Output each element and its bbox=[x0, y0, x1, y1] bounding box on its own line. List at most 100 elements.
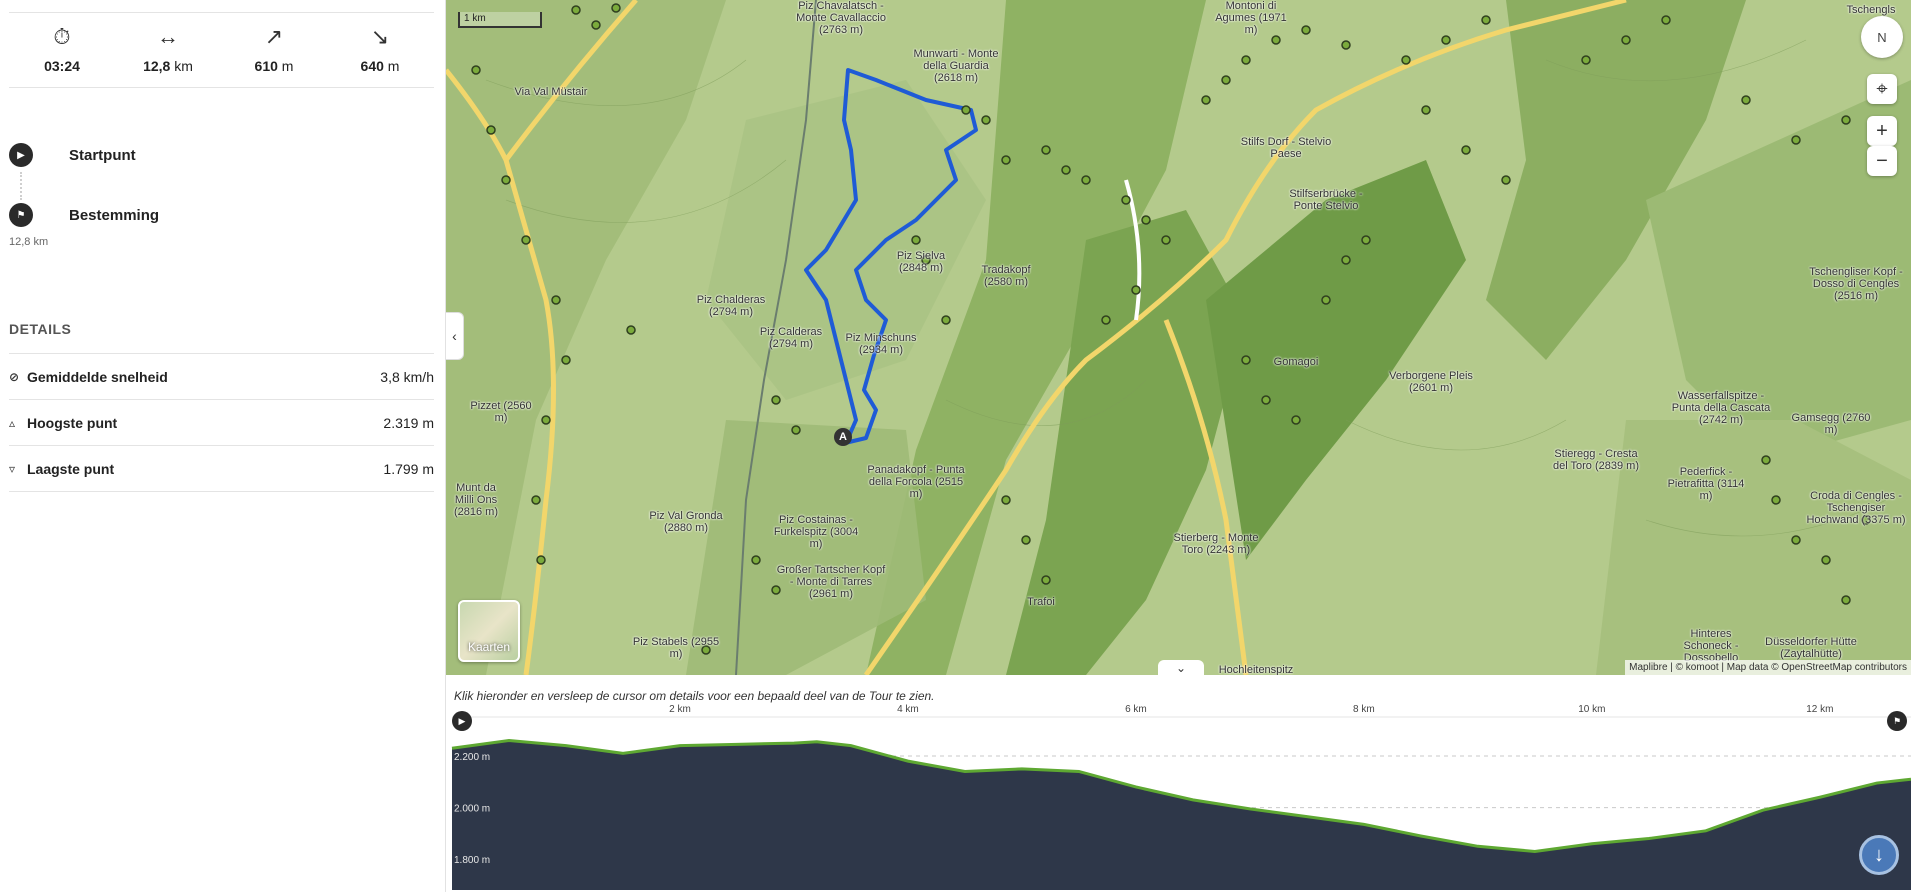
chevron-down-icon: ⌄ bbox=[1175, 661, 1187, 675]
profile-end-button[interactable]: ⚑ bbox=[1887, 711, 1907, 731]
elevation-tick-label: 2.200 m bbox=[454, 752, 490, 763]
zoom-out-button[interactable]: − bbox=[1867, 146, 1897, 176]
collapse-sidebar-button[interactable]: ‹ bbox=[446, 312, 464, 360]
map-label: Gomagoi bbox=[1273, 356, 1319, 368]
tour-stats: ⏱ 03:24 ↔ 12,8 km ↗ 610 m ↘ 640 m bbox=[9, 22, 434, 88]
waypoint-distance: 12,8 km bbox=[9, 236, 49, 248]
elevation-tick-label: 1.800 m bbox=[454, 855, 490, 866]
plus-icon: + bbox=[1876, 119, 1888, 142]
distance-axis: 2 km 4 km 6 km 8 km 10 km 12 km bbox=[669, 704, 1833, 715]
stat-distance-unit: km bbox=[174, 58, 193, 74]
stat-distance-value: 12,8 bbox=[143, 58, 171, 74]
map-label: Tschengls bbox=[1846, 4, 1896, 16]
highest-point-icon: ▵ bbox=[9, 415, 16, 430]
elevation-chart[interactable]: 2 km 4 km 6 km 8 km 10 km 12 km 2.200 m 2.000 … bbox=[446, 675, 1911, 892]
map-label: Via Val Müstair bbox=[514, 86, 588, 98]
ascent-icon: ↗ bbox=[264, 24, 284, 49]
toggle-elevation-button[interactable]: ⌄ bbox=[1158, 660, 1204, 675]
map-label: Munt da Milli Ons (2816 m) bbox=[453, 482, 499, 518]
stat-ascent-unit: m bbox=[281, 58, 294, 74]
play-icon: ▶ bbox=[458, 715, 466, 726]
map-label: Tschengliser Kopf - Dosso di Cengles (25… bbox=[1809, 266, 1903, 302]
stat-descent-unit: m bbox=[387, 58, 400, 74]
profile-start-button[interactable]: ▶ bbox=[452, 711, 472, 731]
details-list: ⊘ Gemiddelde snelheid 3,8 km/h ▵ Hoogste p… bbox=[9, 353, 434, 492]
map-label: Piz Chalderas (2794 m) bbox=[696, 294, 766, 318]
waypoint-connector bbox=[20, 172, 22, 200]
compass-north-label: N bbox=[1877, 29, 1887, 45]
waypoint-start[interactable]: ▶ Startpunt bbox=[9, 140, 434, 170]
distance-tick-label: 12 km bbox=[1806, 704, 1833, 715]
map-label: Montoni di Agumes (1971 m) bbox=[1215, 0, 1287, 36]
stat-ascent: ↗ 610 m bbox=[221, 22, 327, 87]
scroll-down-button[interactable]: ↓ bbox=[1859, 835, 1899, 875]
map-label: Verborgene Pleis (2601 m) bbox=[1389, 370, 1473, 394]
stat-descent-value: 640 bbox=[360, 58, 384, 74]
waypoint-end[interactable]: ⚑ Bestemming bbox=[9, 200, 434, 230]
map-label: Panadakopf - Punta della Forcola (2515 m… bbox=[867, 464, 965, 500]
waypoint-start-label: Startpunt bbox=[69, 146, 136, 164]
map-label: Wasserfallspitze - Punta della Cascata (… bbox=[1671, 390, 1771, 426]
map-terrain bbox=[446, 0, 1911, 675]
map-label: Piz Minschuns (2934 m) bbox=[845, 332, 917, 356]
map-layers-label: Kaarten bbox=[467, 640, 511, 654]
map-label: Stilfs Dorf - Stelvio Paese bbox=[1240, 136, 1332, 160]
minus-icon: − bbox=[1876, 149, 1888, 172]
arrow-down-icon: ↓ bbox=[1874, 843, 1884, 866]
waypoint-list: ▶ Startpunt ⚑ Bestemming bbox=[9, 140, 434, 230]
waypoint-end-label: Bestemming bbox=[69, 206, 160, 224]
map-label: Großer Tartscher Kopf - Monte di Tarres … bbox=[776, 564, 886, 600]
map-label: Piz Chavalatsch - Monte Cavallaccio (276… bbox=[796, 0, 886, 36]
stats-divider bbox=[9, 12, 434, 13]
descent-icon: ↘ bbox=[370, 24, 390, 49]
map-label: Croda di Cengles - Tschengiser Hochwand … bbox=[1806, 490, 1906, 526]
distance-tick-label: 4 km bbox=[897, 704, 919, 715]
detail-highest-value: 2.319 m bbox=[383, 414, 434, 431]
lowest-point-icon: ▿ bbox=[9, 461, 16, 476]
map-label: Stieregg - Cresta del Toro (2839 m) bbox=[1552, 448, 1639, 472]
locate-icon: ⌖ bbox=[1876, 77, 1888, 100]
map-label: Gamsegg (2760 m) bbox=[1791, 412, 1871, 436]
stat-distance: ↔ 12,8 km bbox=[115, 22, 221, 87]
map-layers-button[interactable]: Kaarten bbox=[458, 600, 520, 662]
zoom-in-button[interactable]: + bbox=[1867, 116, 1897, 146]
stat-duration-value: 03:24 bbox=[44, 58, 80, 74]
detail-speed-value: 3,8 km/h bbox=[380, 368, 434, 385]
distance-icon: ↔ bbox=[157, 24, 179, 49]
map-label: Piz Val Gronda (2880 m) bbox=[649, 510, 723, 534]
locate-button[interactable]: ⌖ bbox=[1867, 74, 1897, 104]
elevation-area bbox=[452, 740, 1911, 890]
flag-icon: ⚑ bbox=[1892, 715, 1902, 726]
stat-duration: ⏱ 03:24 bbox=[9, 22, 115, 87]
map-label: Stierberg - Monte Toro (2243 m) bbox=[1173, 532, 1259, 556]
compass-button[interactable]: N bbox=[1861, 16, 1903, 58]
detail-row-lowest: ▿ Laagste punt 1.799 m bbox=[9, 446, 434, 492]
speed-icon: ⊘ bbox=[9, 369, 20, 384]
distance-tick-label: 10 km bbox=[1578, 704, 1605, 715]
route-start-marker[interactable]: A bbox=[836, 431, 850, 443]
map-label: Piz Stabels (2955 m) bbox=[632, 636, 720, 660]
map-label: Stilfserbrücke - Ponte Stelvio bbox=[1289, 188, 1363, 212]
stat-descent: ↘ 640 m bbox=[327, 22, 433, 87]
stat-ascent-value: 610 bbox=[254, 58, 278, 74]
map-label: Munwarti - Monte della Guardia (2618 m) bbox=[913, 48, 999, 84]
elevation-panel[interactable]: Klik hieronder en versleep de cursor om … bbox=[446, 675, 1911, 892]
detail-speed-label: Gemiddelde snelheid bbox=[27, 368, 168, 385]
play-icon: ▶ bbox=[9, 143, 33, 167]
chevron-left-icon: ‹ bbox=[452, 328, 457, 344]
tour-sidebar: ⏱ 03:24 ↔ 12,8 km ↗ 610 m ↘ 640 m ▶ Star… bbox=[0, 0, 446, 892]
map-label: Trafoi bbox=[1027, 596, 1055, 608]
map-label: Pizzet (2560 m) bbox=[470, 400, 532, 424]
detail-row-speed: ⊘ Gemiddelde snelheid 3,8 km/h bbox=[9, 354, 434, 400]
map-attribution: Maplibre | © komoot | Map data © OpenStr… bbox=[1625, 660, 1911, 675]
map-label: Piz Calderas (2794 m) bbox=[759, 326, 823, 350]
map-label: Düsseldorfer Hütte (Zaytalhütte) bbox=[1765, 636, 1857, 660]
map-label: Pederfick - Pietrafitta (3114 m) bbox=[1667, 466, 1745, 502]
map-view[interactable]: Piz Chavalatsch - Monte Cavallaccio (276… bbox=[446, 0, 1911, 675]
map-label: Hinteres Schoneck - Dossobello bbox=[1683, 628, 1739, 664]
map-scale: 1 km bbox=[458, 12, 542, 28]
details-heading: DETAILS bbox=[9, 321, 72, 337]
flag-icon: ⚑ bbox=[9, 203, 33, 227]
detail-highest-label: Hoogste punt bbox=[27, 414, 118, 431]
distance-tick-label: 2 km bbox=[669, 704, 691, 715]
